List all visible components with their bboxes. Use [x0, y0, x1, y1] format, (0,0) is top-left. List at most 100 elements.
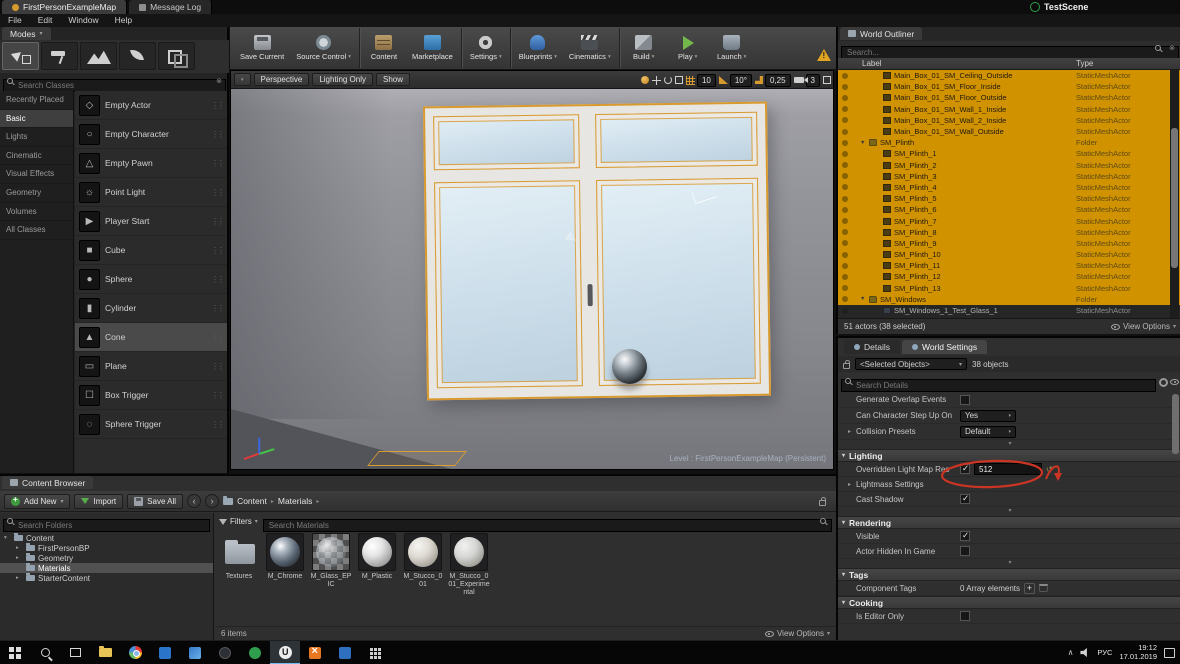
advanced-expander-icon[interactable]: ▾	[838, 559, 1180, 568]
outliner-row[interactable]: SM_Plinth_8 StaticMeshActor	[838, 226, 1180, 238]
section-header-rendering[interactable]: ▾ Rendering	[838, 516, 1180, 529]
window-tab-message-log[interactable]: Message Log	[129, 0, 213, 14]
property-checkbox[interactable]	[960, 493, 970, 504]
viewport-options-button[interactable]: ▾	[234, 73, 251, 86]
outliner-scrollbar-thumb[interactable]	[1171, 128, 1178, 268]
clock[interactable]: 19:12 17.01.2019	[1119, 643, 1157, 661]
placeable-actor[interactable]: ▭ Plane ⋮⋮	[75, 352, 227, 381]
asset-item[interactable]: M_Stucco_001	[402, 533, 444, 621]
outliner-row[interactable]: SM_Plinth_3 StaticMeshActor	[838, 170, 1180, 182]
property-visibility-icon[interactable]	[1170, 379, 1179, 385]
taskbar-app-slot[interactable]	[270, 640, 300, 664]
taskbar-app-slot[interactable]	[90, 641, 120, 664]
property-row[interactable]: Visible	[838, 529, 1180, 544]
scale-snap-value[interactable]: 0,25	[764, 73, 791, 87]
visibility-eye-icon[interactable]	[842, 72, 848, 79]
lock-icon[interactable]	[819, 496, 826, 506]
camera-speed-value[interactable]: 3	[805, 73, 820, 87]
advanced-expander-icon[interactable]: ▾	[838, 507, 1180, 516]
taskbar-app-slot[interactable]	[120, 641, 150, 664]
column-header-label[interactable]: Label	[862, 59, 882, 68]
grid-snap-value[interactable]: 10	[696, 73, 716, 87]
rotation-snap-value[interactable]: 10°	[729, 73, 752, 87]
menu-item[interactable]: Edit	[30, 14, 61, 27]
toolbar-button[interactable]: Save Current▾	[234, 28, 290, 68]
placement-category[interactable]: Geometry	[0, 184, 73, 203]
viewport-3d-scene[interactable]: Level : FirstPersonExampleMap (Persisten…	[231, 89, 833, 469]
toolbar-button[interactable]: Blueprints ▾	[513, 28, 563, 68]
drag-grip-icon[interactable]: ⋮⋮	[211, 304, 225, 313]
expander-icon[interactable]: ▼	[860, 296, 869, 302]
taskbar-app-slot[interactable]	[330, 641, 360, 664]
property-checkbox[interactable]	[960, 611, 970, 621]
asset-item[interactable]: Textures	[218, 533, 260, 621]
search-folders-input[interactable]	[3, 519, 210, 532]
add-element-icon[interactable]: +	[1024, 582, 1036, 594]
add-new-button[interactable]: Add New ▾	[4, 493, 71, 509]
rotate-tool-icon[interactable]	[663, 76, 672, 84]
outliner-row[interactable]: Main_Box_01_SM_Wall_1_Inside StaticMeshA…	[838, 103, 1180, 115]
placement-category[interactable]: Cinematic	[0, 147, 73, 166]
placement-category[interactable]: Recently Placed	[0, 91, 73, 110]
forward-button[interactable]: ›	[205, 494, 220, 508]
drag-grip-icon[interactable]: ⋮⋮	[211, 101, 225, 110]
expander-icon[interactable]: ▸	[848, 428, 856, 435]
outliner-row[interactable]: SM_Plinth_4 StaticMeshActor	[838, 181, 1180, 194]
visibility-eye-icon[interactable]	[842, 117, 848, 124]
details-search-input[interactable]	[841, 379, 1156, 392]
visibility-eye-icon[interactable]	[842, 83, 848, 90]
placeable-actor[interactable]: △ Empty Pawn ⋮⋮	[75, 149, 227, 178]
visibility-eye-icon[interactable]	[842, 307, 848, 314]
property-checkbox[interactable]	[960, 530, 970, 541]
expander-icon[interactable]: ▼	[860, 140, 869, 146]
advanced-expander-icon[interactable]: ▾	[838, 440, 1180, 449]
taskbar-app-slot[interactable]	[210, 641, 240, 664]
property-row[interactable]: Component Tags 0 Array elements +	[838, 581, 1180, 596]
level-viewport[interactable]: ▾ Perspective Lighting Only Show 10 10°	[230, 70, 834, 470]
outliner-row[interactable]: SM_Plinth_1 StaticMeshActor	[838, 148, 1180, 160]
outliner-row[interactable]: Main_Box_01_SM_Ceiling_Outside StaticMes…	[838, 70, 1180, 82]
visibility-eye-icon[interactable]	[842, 94, 848, 101]
outliner-row[interactable]: SM_Plinth_10 StaticMeshActor	[838, 249, 1180, 261]
breadcrumb-item[interactable]: Content	[237, 496, 267, 506]
selected-objects-dropdown[interactable]: <Selected Objects> ▾	[855, 358, 967, 370]
property-dropdown[interactable]: Default	[960, 425, 1016, 438]
placeable-actor[interactable]: ◌ Sphere Trigger ⋮⋮	[75, 410, 227, 439]
geometry-mode-icon[interactable]	[158, 42, 195, 70]
clear-search-icon[interactable]: ⊗	[1169, 44, 1175, 52]
placement-category[interactable]: Volumes	[0, 203, 73, 222]
taskbar-app-slot[interactable]	[240, 641, 270, 664]
section-header-cooking[interactable]: ▾ Cooking	[838, 596, 1180, 609]
property-row[interactable]: ▸ Collision Presets Default	[838, 424, 1180, 440]
drag-grip-icon[interactable]: ⋮⋮	[211, 333, 225, 342]
content-browser-view-options[interactable]: View Options ▾	[764, 629, 830, 638]
visibility-eye-icon[interactable]	[842, 273, 848, 280]
taskbar-app-slot[interactable]	[300, 641, 330, 664]
visibility-eye-icon[interactable]	[842, 251, 848, 258]
visibility-eye-icon[interactable]	[842, 285, 848, 292]
folder-tree-item[interactable]: ▸ StarterContent	[0, 573, 213, 583]
placement-category[interactable]: Lights	[0, 128, 73, 147]
property-row[interactable]: Can Character Step Up On Yes	[838, 408, 1180, 424]
property-row[interactable]: Generate Overlap Events	[838, 392, 1180, 408]
toolbar-button[interactable]: Settings ▾	[464, 28, 511, 68]
visibility-eye-icon[interactable]	[842, 128, 848, 135]
outliner-view-options[interactable]: View Options ▾	[1110, 322, 1176, 331]
outliner-row[interactable]: SM_Plinth_12 StaticMeshActor	[838, 271, 1180, 283]
outliner-row[interactable]: SM_Plinth_13 StaticMeshActor	[838, 282, 1180, 294]
property-row[interactable]: Is Editor Only	[838, 609, 1180, 624]
menu-item[interactable]: Window	[60, 14, 106, 27]
placeable-actor[interactable]: ▶ Player Start ⋮⋮	[75, 207, 227, 236]
foliage-mode-icon[interactable]	[119, 42, 156, 70]
taskbar-app-slot[interactable]	[150, 641, 180, 664]
placeable-actor[interactable]: ■ Cube ⋮⋮	[75, 236, 227, 265]
visibility-eye-icon[interactable]	[842, 206, 848, 213]
camera-speed-control[interactable]: 3	[793, 73, 820, 87]
property-row[interactable]: Actor Hidden In Game	[838, 544, 1180, 559]
section-header-lighting[interactable]: ▾ Lighting	[838, 449, 1180, 462]
outliner-row[interactable]: Main_Box_01_SM_Floor_Outside StaticMeshA…	[838, 92, 1180, 104]
outliner-row[interactable]: Main_Box_01_SM_Floor_Inside StaticMeshAc…	[838, 81, 1180, 93]
property-checkbox[interactable]	[960, 463, 970, 474]
visibility-eye-icon[interactable]	[842, 240, 848, 247]
tab-details[interactable]: Details	[844, 340, 900, 354]
